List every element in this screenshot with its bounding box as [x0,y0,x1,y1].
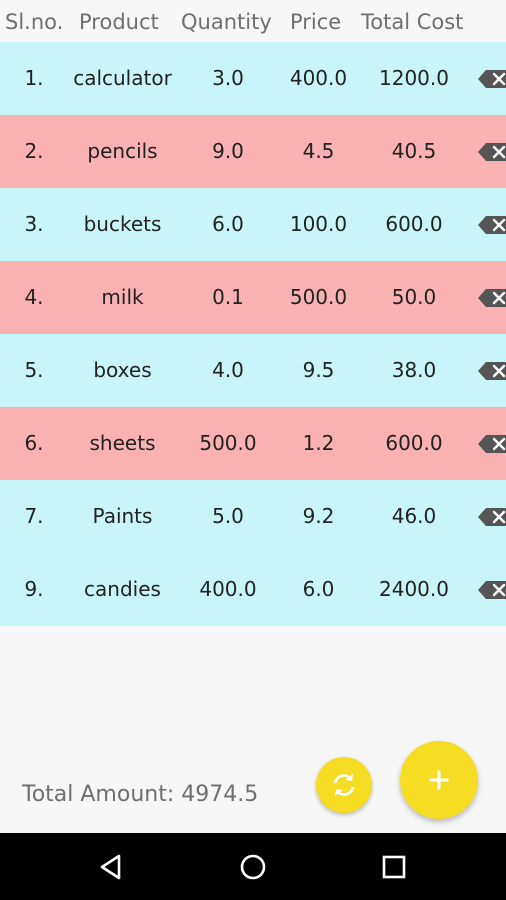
backspace-icon [478,362,506,380]
product-row: 5. boxes 4.0 9.5 38.0 [0,334,506,407]
row-number: 2. [24,139,44,163]
backspace-icon [478,581,506,599]
row-price: 1.2 [302,431,335,455]
row-number: 6. [24,431,44,455]
header-product: Product [79,10,159,34]
back-icon [100,854,121,880]
delete-row-button[interactable] [476,580,506,600]
row-number: 1. [24,66,44,90]
delete-row-button[interactable] [476,434,506,454]
nav-home-button[interactable] [237,851,269,883]
header-quantity: Quantity [181,10,272,34]
row-quantity: 5.0 [212,504,244,528]
row-quantity: 6.0 [212,212,244,236]
row-price: 9.5 [302,358,335,382]
row-quantity: 3.0 [212,66,244,90]
delete-row-button[interactable] [476,361,506,381]
row-product: pencils [87,139,158,163]
row-quantity: 400.0 [199,577,257,601]
row-price: 9.2 [302,504,335,528]
backspace-icon [478,143,506,161]
backspace-icon [478,216,506,234]
row-product: milk [101,285,144,309]
nav-recents-button[interactable] [378,851,410,883]
delete-row-button[interactable] [476,215,506,235]
delete-row-button[interactable] [476,142,506,162]
add-item-button[interactable] [400,741,478,819]
row-number: 4. [24,285,44,309]
row-total-cost: 1200.0 [379,66,449,90]
backspace-icon [478,70,506,88]
header-slno: Sl.no. [5,10,64,34]
row-product: sheets [89,431,156,455]
product-row: 4. milk 0.1 500.0 50.0 [0,261,506,334]
row-quantity: 0.1 [212,285,244,309]
total-amount-label: Total Amount: 4974.5 [22,782,259,807]
row-total-cost: 40.5 [391,139,437,163]
product-row: 2. pencils 9.0 4.5 40.5 [0,115,506,188]
row-total-cost: 38.0 [391,358,437,382]
header-total-cost: Total Cost [361,10,464,34]
row-quantity: 9.0 [212,139,244,163]
row-product: Paints [92,504,153,528]
row-price: 4.5 [302,139,335,163]
backspace-icon [478,289,506,307]
row-quantity: 4.0 [212,358,244,382]
system-navigation-bar [0,833,506,900]
refresh-icon [333,774,355,796]
row-total-cost: 600.0 [385,212,443,236]
row-price: 500.0 [289,285,348,309]
plus-icon [429,770,449,790]
table-header: Sl.no. Product Quantity Price Total Cost [0,0,506,42]
row-product: candies [84,577,161,601]
row-price: 100.0 [289,212,348,236]
row-total-cost: 2400.0 [379,577,449,601]
product-row: 1. calculator 3.0 400.0 1200.0 [0,42,506,115]
product-row: 7. Paints 5.0 9.2 46.0 [0,480,506,553]
nav-back-button[interactable] [97,851,129,883]
delete-row-button[interactable] [476,69,506,89]
delete-row-button[interactable] [476,288,506,308]
refresh-button[interactable] [316,757,372,813]
row-total-cost: 46.0 [391,504,437,528]
row-total-cost: 50.0 [391,285,437,309]
row-price: 6.0 [302,577,335,601]
header-price: Price [290,10,342,34]
row-total-cost: 600.0 [385,431,443,455]
product-row: 3. buckets 6.0 100.0 600.0 [0,188,506,261]
backspace-icon [478,508,506,526]
recents-icon [382,855,406,879]
row-product: boxes [93,358,152,382]
delete-row-button[interactable] [476,507,506,527]
row-price: 400.0 [289,66,348,90]
row-number: 5. [24,358,44,382]
row-number: 9. [24,577,44,601]
row-product: calculator [73,66,172,90]
row-quantity: 500.0 [199,431,257,455]
row-number: 3. [24,212,44,236]
row-product: buckets [83,212,162,236]
product-list: 1. calculator 3.0 400.0 1200.0 2. pencil… [0,42,506,626]
product-row: 6. sheets 500.0 1.2 600.0 [0,407,506,480]
backspace-icon [478,435,506,453]
product-row: 9. candies 400.0 6.0 2400.0 [0,553,506,626]
home-icon [240,854,266,880]
row-number: 7. [24,504,44,528]
